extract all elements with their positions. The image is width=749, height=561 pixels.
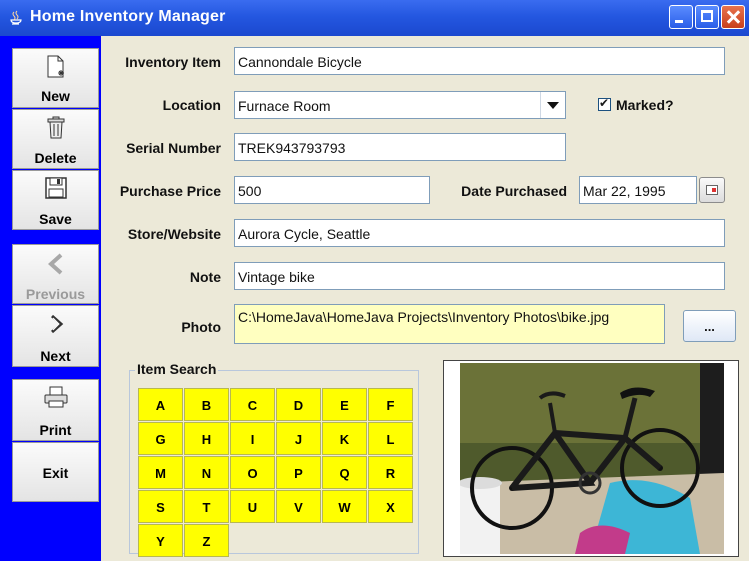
date-purchased-input[interactable]: Mar 22, 1995 (579, 176, 697, 204)
next-button[interactable]: Next (12, 305, 99, 367)
search-key-s[interactable]: S (138, 490, 183, 523)
search-key-j[interactable]: J (276, 422, 321, 455)
search-key-l[interactable]: L (368, 422, 413, 455)
search-key-p[interactable]: P (276, 456, 321, 489)
calendar-icon (706, 185, 718, 195)
search-key-o[interactable]: O (230, 456, 275, 489)
item-photo (443, 360, 739, 557)
previous-button[interactable]: Previous (12, 244, 99, 304)
location-value: Furnace Room (238, 98, 331, 114)
maximize-button[interactable] (695, 5, 719, 29)
search-key-c[interactable]: C (230, 388, 275, 421)
date-picker-button[interactable] (699, 177, 725, 203)
store-website-label: Store/Website (127, 226, 221, 242)
title-bar[interactable]: Home Inventory Manager (0, 0, 749, 36)
search-key-y[interactable]: Y (138, 524, 183, 557)
item-search-title: Item Search (135, 361, 219, 377)
search-key-d[interactable]: D (276, 388, 321, 421)
serial-number-input[interactable]: TREK943793793 (234, 133, 566, 161)
search-key-q[interactable]: Q (322, 456, 367, 489)
location-label: Location (162, 97, 221, 113)
left-toolbar: New Delete Save Previous Next Print Exit (0, 36, 101, 561)
previous-label: Previous (25, 286, 86, 302)
search-key-f[interactable]: F (368, 388, 413, 421)
save-label: Save (39, 211, 72, 227)
inventory-item-input[interactable]: Cannondale Bicycle (234, 47, 725, 75)
photo-path-field: C:\HomeJava\HomeJava Projects\Inventory … (234, 304, 665, 344)
store-website-input[interactable]: Aurora Cycle, Seattle (234, 219, 725, 247)
search-key-w[interactable]: W (322, 490, 367, 523)
next-label: Next (40, 348, 71, 364)
save-button[interactable]: Save (12, 170, 99, 230)
new-file-icon (47, 55, 64, 78)
marked-checkbox[interactable] (598, 96, 611, 111)
date-purchased-label: Date Purchased (461, 183, 567, 199)
search-key-a[interactable]: A (138, 388, 183, 421)
delete-label: Delete (34, 150, 77, 166)
search-key-k[interactable]: K (322, 422, 367, 455)
browse-photo-button[interactable]: ... (683, 310, 736, 342)
java-cup-icon (10, 10, 22, 25)
new-button[interactable]: New (12, 48, 99, 108)
print-label: Print (39, 422, 72, 438)
exit-label: Exit (42, 465, 69, 481)
exit-button[interactable]: Exit (12, 442, 99, 502)
purchase-price-label: Purchase Price (119, 183, 221, 199)
chevron-right-icon (51, 314, 64, 334)
purchase-price-input[interactable]: 500 (234, 176, 430, 204)
inventory-item-label: Inventory Item (125, 54, 221, 70)
photo-label: Photo (181, 319, 221, 335)
search-key-h[interactable]: H (184, 422, 229, 455)
search-key-e[interactable]: E (322, 388, 367, 421)
search-key-b[interactable]: B (184, 388, 229, 421)
search-key-g[interactable]: G (138, 422, 183, 455)
note-label: Note (189, 269, 221, 285)
trash-icon (47, 116, 65, 139)
printer-icon (44, 386, 68, 408)
search-key-t[interactable]: T (184, 490, 229, 523)
delete-button[interactable]: Delete (12, 109, 99, 169)
serial-number-label: Serial Number (126, 140, 221, 156)
close-button[interactable] (721, 5, 745, 29)
new-label: New (41, 88, 70, 104)
inventory-form: Inventory Item Cannondale Bicycle Locati… (101, 36, 749, 561)
search-key-x[interactable]: X (368, 490, 413, 523)
app-window: Home Inventory Manager New Delete Save P… (0, 0, 749, 561)
floppy-disk-icon (45, 177, 67, 199)
chevron-left-icon (48, 253, 63, 275)
minimize-button[interactable] (669, 5, 693, 29)
location-combobox[interactable]: Furnace Room (234, 91, 566, 119)
print-button[interactable]: Print (12, 379, 99, 441)
note-input[interactable]: Vintage bike (234, 262, 725, 290)
search-key-i[interactable]: I (230, 422, 275, 455)
item-search-panel: Item Search ABCDEF GHIJKL MNOPQR STUVWX YZ (129, 361, 419, 557)
dropdown-arrow-icon[interactable] (540, 92, 565, 118)
marked-label: Marked? (616, 97, 674, 113)
search-key-u[interactable]: U (230, 490, 275, 523)
search-key-r[interactable]: R (368, 456, 413, 489)
search-key-v[interactable]: V (276, 490, 321, 523)
bicycle-photo-image (460, 363, 724, 554)
search-key-n[interactable]: N (184, 456, 229, 489)
search-key-m[interactable]: M (138, 456, 183, 489)
window-title: Home Inventory Manager (30, 8, 226, 25)
search-key-z[interactable]: Z (184, 524, 229, 557)
